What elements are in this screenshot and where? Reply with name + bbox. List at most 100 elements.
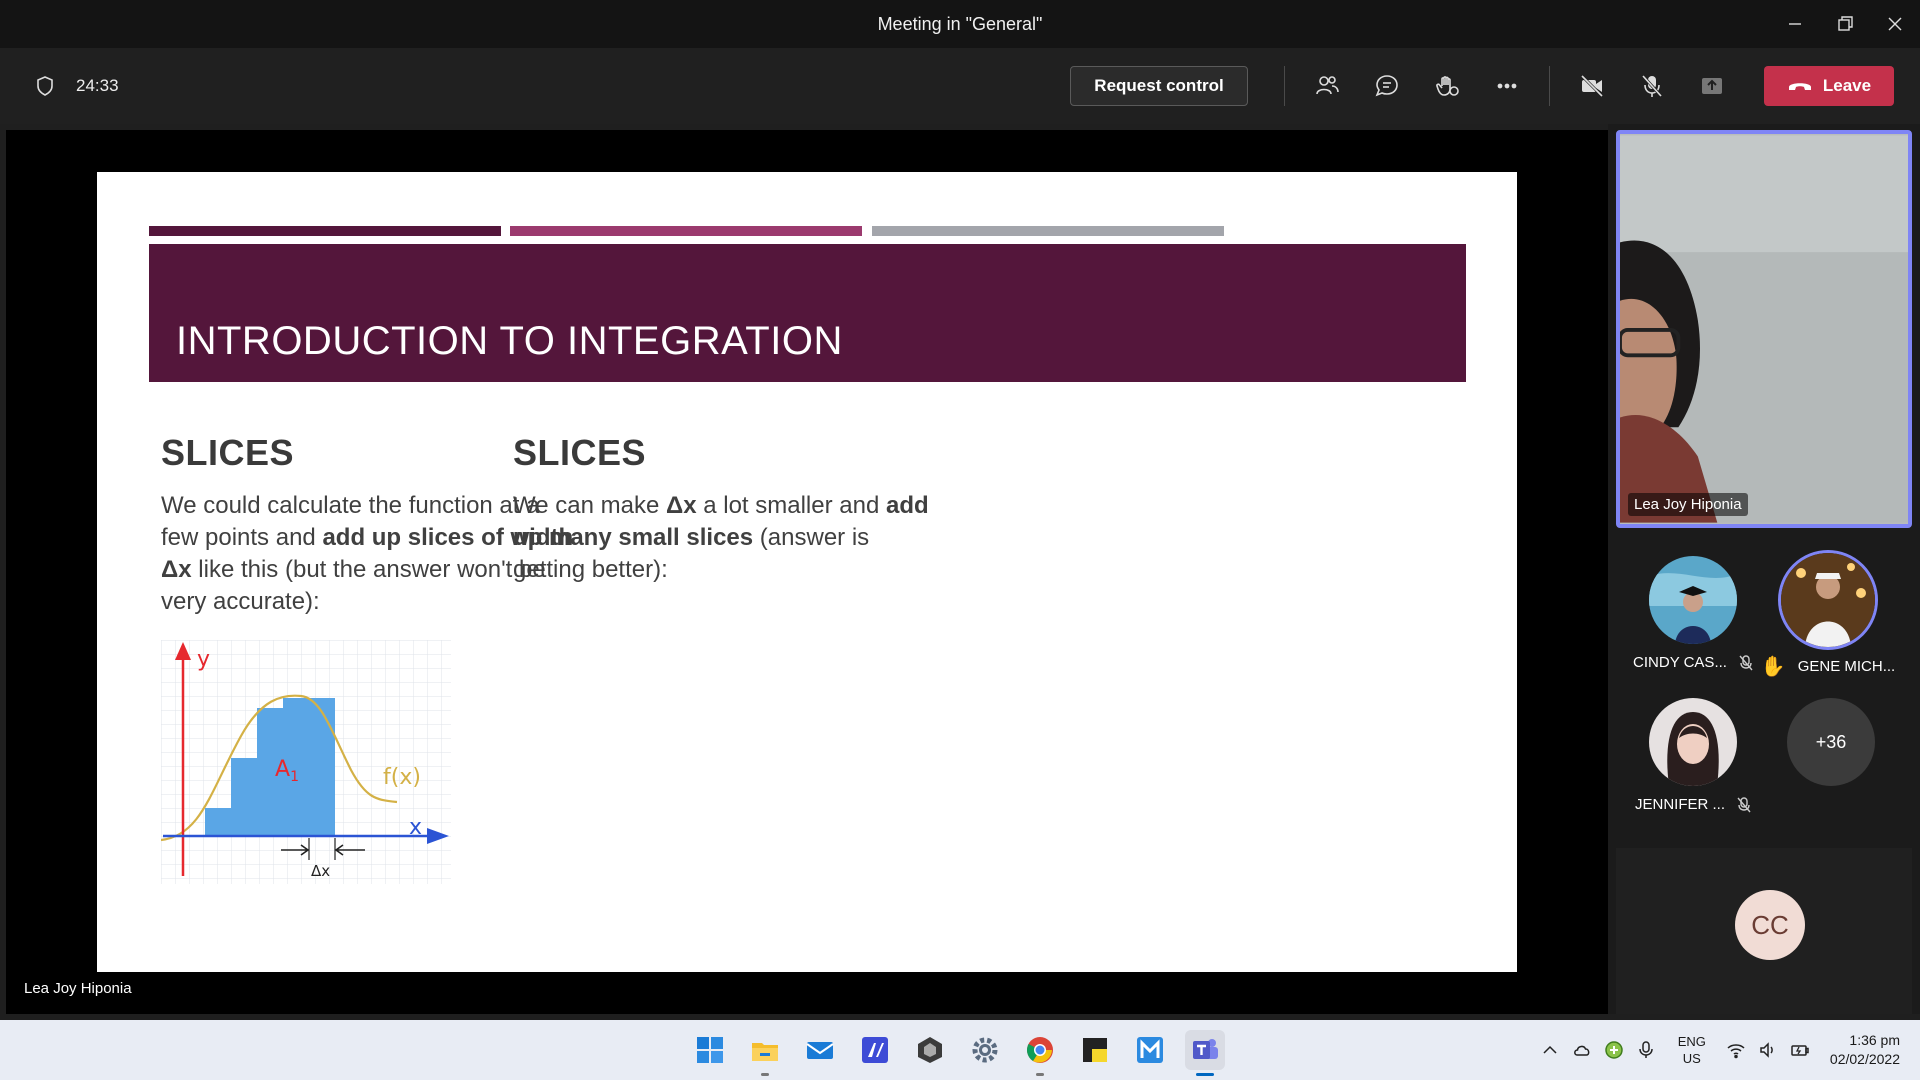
more-actions-button[interactable] [1477,56,1537,116]
microphone-tray-button[interactable] [1632,1036,1660,1064]
shield-plus-icon [1605,1041,1623,1059]
active-speaker-tile[interactable]: Lea Joy Hiponia [1616,130,1912,528]
teams-button[interactable] [1185,1030,1225,1076]
slice-bar-1 [205,808,231,836]
toolbar-divider [1549,66,1550,106]
input-language-button[interactable]: ENG US [1678,1033,1706,1067]
running-indicator [1196,1073,1214,1076]
unity-button[interactable] [910,1030,950,1070]
y-axis-label: y [197,647,210,672]
slide-title: INTRODUCTION TO INTEGRATION [176,319,843,363]
speaker-video [1620,135,1908,523]
more-icon [1497,83,1517,89]
wifi-icon [1727,1044,1745,1059]
taskbar-apps [690,1020,1225,1080]
unity-icon [918,1037,942,1063]
wifi-button[interactable] [1722,1036,1750,1064]
cc-participant-area: CC [1616,848,1912,1014]
onedrive-button[interactable] [1568,1036,1596,1064]
battery-button[interactable] [1786,1036,1814,1064]
meeting-toolbar: 24:33 Request control Leave [0,48,1920,124]
close-icon [1888,17,1902,31]
participant-name-row: CINDY CAS... [1633,654,1753,671]
presentation-slide: INTRODUCTION TO INTEGRATION SLICES We co… [97,172,1517,972]
windows-start-icon [697,1037,723,1063]
participant-name: JENNIFER ... [1634,796,1725,813]
avatar-image [1781,553,1875,647]
avatar [1649,698,1737,786]
mail-button[interactable] [800,1030,840,1070]
dx-label: Δx [311,862,330,880]
mindmap-app-button[interactable] [1130,1030,1170,1070]
chrome-button[interactable] [1020,1030,1060,1076]
request-control-button[interactable]: Request control [1070,66,1248,106]
share-icon [1702,78,1722,94]
window-title: Meeting in "General" [877,13,1043,34]
integration-slices-graph: y x f(x) A1 Δx [161,640,451,884]
participant-name-row: ✋ GENE MICH... [1761,654,1895,679]
leave-button[interactable]: Leave [1764,66,1894,106]
sticky-notes-button[interactable] [1075,1030,1115,1070]
chrome-icon [1027,1037,1053,1063]
shield-icon[interactable] [34,75,56,97]
show-hidden-icons-button[interactable] [1536,1036,1564,1064]
slice-bar-5 [309,698,335,836]
file-explorer-button[interactable] [745,1030,785,1076]
slide-right-column: SLICES We can make Δx a lot smaller and … [513,432,933,586]
participant-name: CINDY CAS... [1633,654,1727,671]
participant-name: GENE MICH... [1797,658,1896,675]
chat-button[interactable] [1357,56,1417,116]
minimize-button[interactable] [1770,0,1820,48]
battery-charging-icon [1791,1045,1809,1056]
avatar [1649,556,1737,644]
pen-app-icon [862,1037,888,1063]
camera-toggle-button[interactable] [1562,56,1622,116]
sticky-notes-icon [1083,1038,1107,1062]
start-button[interactable] [690,1030,730,1070]
accent-bar-2 [510,226,862,236]
restore-icon [1838,16,1853,31]
raised-hand-icon: ✋ [1760,656,1786,678]
fx-label: f(x) [383,765,421,790]
language-code: ENG [1677,1034,1706,1049]
running-indicator [1036,1073,1044,1076]
speaker-name-label: Lea Joy Hiponia [1628,493,1748,516]
share-screen-button[interactable] [1682,56,1742,116]
x-axis-label: x [409,815,422,840]
file-explorer-icon [752,1043,778,1061]
avatar-image [1649,698,1737,786]
raise-hand-icon [1436,76,1459,96]
area-subscript: 1 [290,769,299,785]
reactions-button[interactable] [1417,56,1477,116]
more-participants-button[interactable]: +36 [1787,698,1875,786]
taskbar-clock[interactable]: 1:36 pm 02/02/2022 [1830,1031,1900,1069]
mic-off-icon [1641,74,1663,98]
mic-toggle-button[interactable] [1622,56,1682,116]
mic-off-icon [1737,796,1751,812]
running-indicator [761,1073,769,1076]
avatar-image [1649,556,1737,644]
close-button[interactable] [1870,0,1920,48]
title-bar: Meeting in "General" [0,0,1920,48]
chevron-up-icon [1543,1045,1557,1054]
clock-time: 1:36 pm [1849,1032,1900,1048]
settings-button[interactable] [965,1030,1005,1070]
initials-avatar[interactable]: CC [1735,890,1805,960]
participant-tile[interactable]: JENNIFER ... [1623,698,1763,813]
phone-hangup-icon [1788,83,1811,90]
volume-button[interactable] [1754,1036,1782,1064]
microphone-icon [1639,1041,1653,1058]
right-text-2: a lot smaller and [696,492,886,519]
participant-tile[interactable]: ✋ GENE MICH... [1758,550,1898,679]
right-text-1: We can make [513,492,666,519]
participants-button[interactable] [1297,56,1357,116]
participant-tile[interactable]: CINDY CAS... [1623,556,1763,671]
pen-app-button[interactable] [855,1030,895,1070]
leave-label: Leave [1822,76,1872,95]
restore-button[interactable] [1820,0,1870,48]
window-controls [1770,0,1920,48]
cloud-icon [1573,1045,1590,1056]
vpn-button[interactable] [1600,1036,1628,1064]
speaker-icon [1760,1042,1773,1058]
accent-bar-1 [149,226,501,236]
